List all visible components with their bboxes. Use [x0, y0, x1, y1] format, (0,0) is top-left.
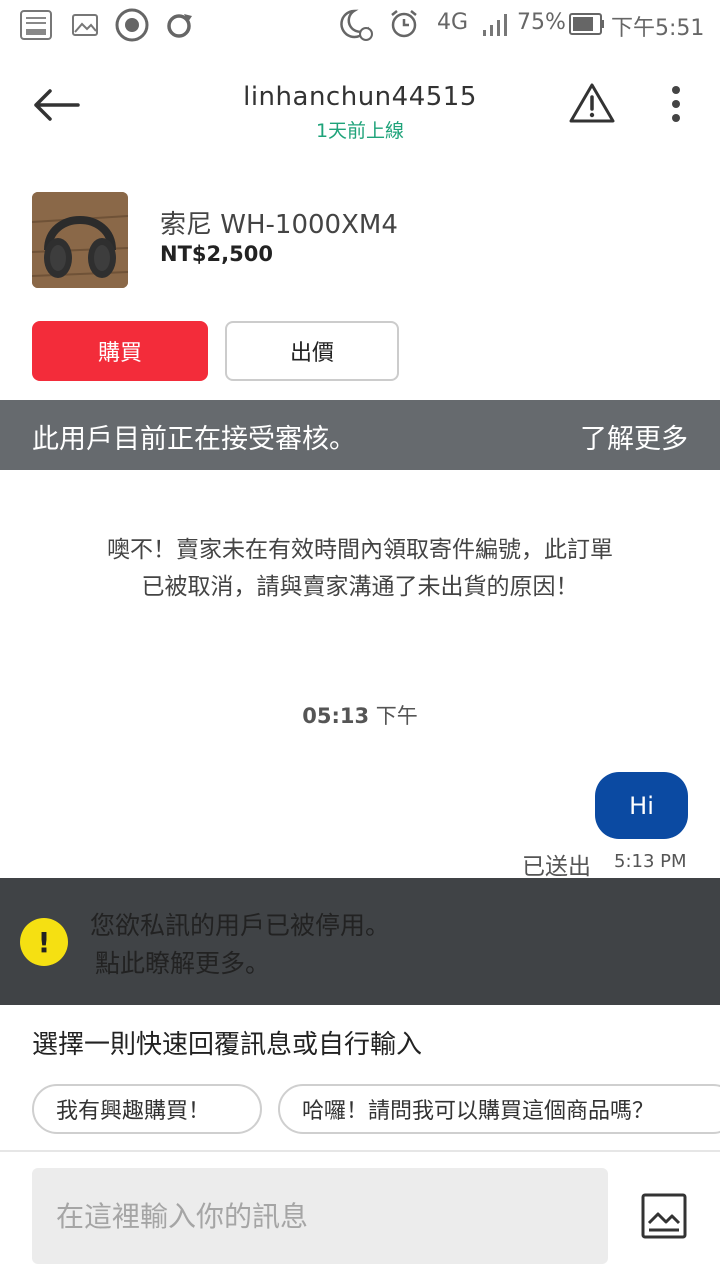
do-not-disturb-icon — [340, 9, 373, 41]
camera-app-icon — [115, 8, 149, 42]
composer-divider — [0, 1150, 720, 1152]
order-cancelled-line1: 噢不！賣家未在有效時間內領取寄件編號，此訂單 — [107, 537, 613, 563]
battery-icon — [569, 13, 604, 35]
sync-icon — [167, 14, 192, 38]
network-type: 4G — [437, 10, 469, 35]
user-disabled-text: 您欲私訊的用戶已被停用。 — [90, 911, 391, 940]
message-status: 已送出 — [522, 854, 591, 880]
alarm-icon — [391, 10, 417, 38]
make-offer-button[interactable]: 出價 — [225, 321, 399, 381]
report-warning-icon[interactable] — [568, 82, 616, 124]
review-banner-text: 此用戶目前正在接受審核。 — [32, 424, 356, 455]
image-icon — [72, 14, 98, 36]
music-player-icon — [20, 10, 52, 40]
order-cancelled-line2: 已被取消，請與賣家溝通了未出貨的原因！ — [141, 574, 579, 600]
quick-reply-chip[interactable]: 我有興趣購買！ — [32, 1084, 262, 1134]
quick-reply-chip[interactable]: 哈囉！請問我可以購買這個商品嗎？ — [278, 1084, 720, 1134]
product-name[interactable]: 索尼 WH-1000XM4 — [160, 204, 398, 241]
status-bar: 4G 75% 下午5:51 — [0, 0, 720, 50]
user-disabled-learn-more[interactable]: 點此瞭解更多。 — [95, 944, 270, 980]
more-vertical-icon[interactable] — [668, 84, 684, 124]
message-time: 5:13 PM — [614, 851, 687, 872]
learn-more-link[interactable]: 了解更多 — [580, 417, 688, 456]
clock: 下午5:51 — [611, 16, 705, 41]
image-attach-icon[interactable] — [641, 1193, 687, 1239]
chat-date-divider: 05:13 下午 — [0, 700, 720, 730]
message-input[interactable] — [32, 1168, 608, 1264]
review-banner: 此用戶目前正在接受審核。 了解更多 — [0, 400, 720, 470]
message-bubble[interactable]: Hi — [595, 772, 688, 839]
warning-icon: ! — [20, 918, 68, 966]
buy-button[interactable]: 購買 — [32, 321, 208, 381]
order-cancelled-message: 噢不！賣家未在有效時間內領取寄件編號，此訂單 已被取消，請與賣家溝通了未出貨的原… — [60, 532, 660, 606]
product-thumbnail[interactable] — [32, 192, 128, 288]
chat-date-time: 05:13 — [302, 704, 370, 728]
product-price: NT$2,500 — [160, 242, 273, 266]
chat-date-suffix: 下午 — [375, 704, 418, 728]
chat-header: linhanchun44515 1天前上線 — [0, 60, 720, 150]
quick-reply-title: 選擇一則快速回覆訊息或自行輸入 — [32, 1030, 423, 1060]
battery-percent: 75% — [517, 10, 566, 35]
headphones-image — [32, 192, 128, 288]
signal-icon — [483, 14, 507, 36]
